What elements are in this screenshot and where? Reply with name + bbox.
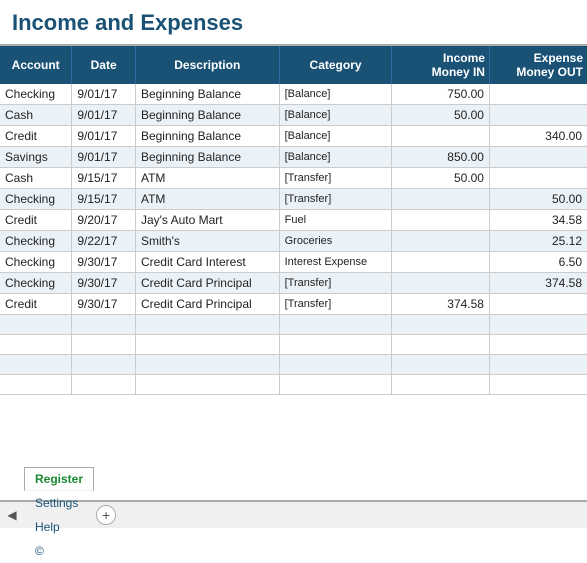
tab-scroll-left[interactable]: ◀: [4, 507, 20, 523]
cell-income: [392, 252, 489, 273]
table-row[interactable]: Checking9/15/17ATM[Transfer] 50.00: [0, 189, 587, 210]
col-header-income: IncomeMoney IN: [392, 46, 489, 84]
cell-income: [392, 189, 489, 210]
table-row[interactable]: Credit9/20/17Jay's Auto MartFuel 34.58: [0, 210, 587, 231]
cell-account: Credit: [0, 126, 72, 147]
table-row[interactable]: Credit9/30/17Credit Card Principal[Trans…: [0, 294, 587, 315]
cell-account: Checking: [0, 189, 72, 210]
cell-date: 9/01/17: [72, 147, 136, 168]
cell-income: 50.00: [392, 105, 489, 126]
cell-category: [Transfer]: [279, 294, 392, 315]
table-row[interactable]: Cash9/01/17Beginning Balance[Balance]50.…: [0, 105, 587, 126]
col-header-date: Date: [72, 46, 136, 84]
col-header-account: Account: [0, 46, 72, 84]
table-row[interactable]: Checking9/30/17Credit Card Principal[Tra…: [0, 273, 587, 294]
empty-row: [0, 355, 587, 375]
cell-date: 9/22/17: [72, 231, 136, 252]
cell-account: Checking: [0, 84, 72, 105]
cell-account: Checking: [0, 252, 72, 273]
tab-bar: ◀ RegisterSettingsHelp© +: [0, 500, 587, 528]
tab-help[interactable]: Help: [24, 515, 94, 539]
cell-description: Beginning Balance: [135, 126, 279, 147]
cell-description: Beginning Balance: [135, 147, 279, 168]
cell-category: Interest Expense: [279, 252, 392, 273]
cell-expense: 374.58: [489, 273, 587, 294]
cell-category: [Transfer]: [279, 168, 392, 189]
table-row[interactable]: Savings9/01/17Beginning Balance[Balance]…: [0, 147, 587, 168]
cell-expense: [489, 147, 587, 168]
cell-income: 750.00: [392, 84, 489, 105]
cell-description: Beginning Balance: [135, 84, 279, 105]
cell-date: 9/30/17: [72, 273, 136, 294]
cell-account: Checking: [0, 273, 72, 294]
table-row[interactable]: Checking9/01/17Beginning Balance[Balance…: [0, 84, 587, 105]
empty-row: [0, 335, 587, 355]
cell-category: [Transfer]: [279, 273, 392, 294]
cell-expense: 6.50: [489, 252, 587, 273]
tab-register[interactable]: Register: [24, 467, 94, 491]
cell-expense: 25.12: [489, 231, 587, 252]
cell-date: 9/20/17: [72, 210, 136, 231]
col-header-description: Description: [135, 46, 279, 84]
cell-description: Credit Card Principal: [135, 273, 279, 294]
table-row[interactable]: Cash9/15/17ATM[Transfer]50.00: [0, 168, 587, 189]
cell-category: [Balance]: [279, 147, 392, 168]
table-container: Account Date Description Category Income…: [0, 44, 587, 500]
cell-expense: [489, 294, 587, 315]
empty-row: [0, 315, 587, 335]
cell-date: 9/01/17: [72, 105, 136, 126]
cell-date: 9/30/17: [72, 252, 136, 273]
cell-income: 850.00: [392, 147, 489, 168]
col-header-expense: ExpenseMoney OUT: [489, 46, 587, 84]
table-row[interactable]: Credit9/01/17Beginning Balance[Balance] 3…: [0, 126, 587, 147]
cell-income: [392, 273, 489, 294]
cell-account: Credit: [0, 210, 72, 231]
cell-expense: [489, 84, 587, 105]
cell-category: [Balance]: [279, 105, 392, 126]
cell-category: Groceries: [279, 231, 392, 252]
cell-date: 9/30/17: [72, 294, 136, 315]
cell-account: Savings: [0, 147, 72, 168]
cell-account: Cash: [0, 105, 72, 126]
cell-description: Smith's: [135, 231, 279, 252]
cell-expense: 50.00: [489, 189, 587, 210]
cell-date: 9/15/17: [72, 189, 136, 210]
page-title: Income and Expenses: [0, 0, 587, 44]
table-row[interactable]: Checking9/30/17Credit Card InterestInter…: [0, 252, 587, 273]
cell-expense: 340.00: [489, 126, 587, 147]
cell-description: Jay's Auto Mart: [135, 210, 279, 231]
cell-description: ATM: [135, 168, 279, 189]
cell-income: 374.58: [392, 294, 489, 315]
cell-account: Cash: [0, 168, 72, 189]
table-row[interactable]: Checking9/22/17Smith'sGroceries 25.12: [0, 231, 587, 252]
cell-expense: [489, 105, 587, 126]
cell-account: Credit: [0, 294, 72, 315]
cell-income: [392, 231, 489, 252]
tab-settings[interactable]: Settings: [24, 491, 94, 515]
cell-date: 9/01/17: [72, 126, 136, 147]
cell-category: [Balance]: [279, 126, 392, 147]
cell-expense: 34.58: [489, 210, 587, 231]
cell-description: Credit Card Interest: [135, 252, 279, 273]
cell-category: Fuel: [279, 210, 392, 231]
cell-account: Checking: [0, 231, 72, 252]
cell-category: [Transfer]: [279, 189, 392, 210]
cell-expense: [489, 168, 587, 189]
cell-description: Credit Card Principal: [135, 294, 279, 315]
income-expense-table: Account Date Description Category Income…: [0, 46, 587, 395]
empty-row: [0, 375, 587, 395]
cell-income: [392, 126, 489, 147]
cell-category: [Balance]: [279, 84, 392, 105]
col-header-category: Category: [279, 46, 392, 84]
tab-add-button[interactable]: +: [96, 505, 116, 525]
cell-date: 9/15/17: [72, 168, 136, 189]
table-header-row: Account Date Description Category Income…: [0, 46, 587, 84]
cell-income: 50.00: [392, 168, 489, 189]
cell-description: Beginning Balance: [135, 105, 279, 126]
cell-income: [392, 210, 489, 231]
cell-description: ATM: [135, 189, 279, 210]
tab-©[interactable]: ©: [24, 539, 94, 563]
cell-date: 9/01/17: [72, 84, 136, 105]
